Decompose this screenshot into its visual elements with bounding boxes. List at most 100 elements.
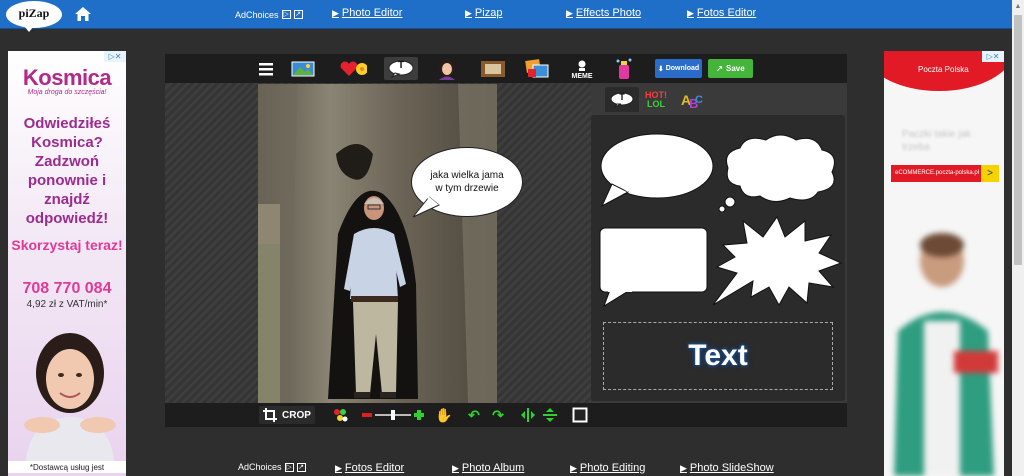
bubble-picker-panel: Text xyxy=(591,115,845,401)
pizap-logo[interactable]: piZap xyxy=(6,1,62,32)
ad-bar-text: eCOMMERCE.poczta-polska.pl xyxy=(895,170,980,176)
ad-brand: Poczta Polska xyxy=(918,65,969,74)
ad-close-icon[interactable]: ▷✕ xyxy=(982,51,1004,62)
zoom-control[interactable] xyxy=(361,406,425,424)
bottom-adchoices[interactable]: AdChoices ▷ ↗ xyxy=(238,458,306,476)
crop-icon xyxy=(263,408,278,422)
adchoices[interactable]: AdChoices ▷ ↗ xyxy=(235,0,303,29)
oval-bubble-option[interactable] xyxy=(598,132,716,208)
ad-blurred-text: Paczki takie jak trzeba xyxy=(902,129,971,153)
ad-man-image xyxy=(894,233,998,476)
hamburger-icon xyxy=(259,62,273,75)
tab-speech-bubbles[interactable]: T xyxy=(605,87,639,112)
svg-text:C: C xyxy=(695,94,703,106)
shout-bubble-option[interactable] xyxy=(713,215,843,307)
effects-button[interactable] xyxy=(331,406,349,424)
rotate-right-button[interactable]: ↷ xyxy=(489,406,507,424)
paint-spray-icon xyxy=(616,58,632,79)
rotate-left-icon: ↶ xyxy=(468,406,480,423)
download-icon: ⬇ xyxy=(657,65,664,73)
face-button[interactable] xyxy=(433,57,461,80)
nav-link-photo-editor[interactable]: ▶ Photo Editor xyxy=(332,7,402,19)
logo-text: piZap xyxy=(18,6,50,20)
plain-text-option[interactable]: Text xyxy=(603,322,833,390)
bottom-link-fotos-editor[interactable]: ▶ Fotos Editor xyxy=(335,462,404,474)
pan-button[interactable]: ✋ xyxy=(435,406,453,424)
flip-vertical-icon xyxy=(543,408,557,422)
photos-icon xyxy=(291,61,315,76)
rect-bubble-option[interactable] xyxy=(598,226,710,308)
ad-woman-image xyxy=(24,333,116,461)
nav-link-effects-photo[interactable]: ▶ Effects Photo xyxy=(566,7,641,19)
external-icon: ↗ xyxy=(296,462,306,472)
flip-horizontal-icon xyxy=(521,408,535,422)
photo-tree-man[interactable] xyxy=(258,84,497,403)
ad-close-icon[interactable]: ▷✕ xyxy=(104,51,126,62)
tab-letter: T xyxy=(619,92,625,102)
color-dots-icon xyxy=(334,409,348,422)
nav-link-fotos-editor[interactable]: ▶ Fotos Editor xyxy=(687,7,756,19)
download-button[interactable]: ⬇ Download xyxy=(655,59,702,78)
top-nav-bar: piZap AdChoices ▷ ↗ ▶ Photo Editor ▶ Pizap … xyxy=(0,0,1012,32)
meme-label: MEME xyxy=(571,73,593,80)
editor-toolbar: T MEME ⬇ Download ↗ Save xyxy=(165,54,847,83)
page-scrollbar[interactable]: ▲ xyxy=(1012,0,1024,476)
share-icon: ↗ xyxy=(716,64,723,73)
zoom-thumb xyxy=(391,410,395,420)
ad-phone: 708 770 084 xyxy=(22,280,112,297)
photos-button[interactable] xyxy=(289,57,317,80)
bottom-link-photo-editing[interactable]: ▶ Photo Editing xyxy=(570,462,645,474)
zoom-slider[interactable] xyxy=(361,407,425,423)
flip-horizontal-button[interactable] xyxy=(519,406,537,424)
crop-label: CROP xyxy=(282,409,311,421)
ad-question: Odwiedziłeś Kosmica? Zadzwoń ponownie i … xyxy=(23,115,111,227)
ad-arrow[interactable]: > xyxy=(981,165,999,182)
rotate-right-icon: ↷ xyxy=(492,406,504,423)
paint-button[interactable] xyxy=(610,57,638,80)
collage-button[interactable] xyxy=(523,57,551,80)
text-tool-letter: T xyxy=(397,60,405,71)
ad-footnote: *Dostawcą usług jest xyxy=(8,461,126,473)
bottom-link-photo-slideshow[interactable]: ▶ Photo SlideShow xyxy=(680,462,774,474)
left-ad-banner[interactable]: ▷✕ Kosmica Moja droga do szczęścia! Odwi… xyxy=(8,51,126,476)
speech-bubble-text[interactable]: jaka wielka jama w tym drzewie xyxy=(426,169,508,195)
tab-hot-lol[interactable]: HOT! LOL xyxy=(639,87,673,112)
flip-vertical-button[interactable] xyxy=(541,406,559,424)
adchoices-label: AdChoices xyxy=(238,462,282,472)
scroll-up-icon[interactable]: ▲ xyxy=(1012,0,1024,14)
bottom-link-photo-album[interactable]: ▶ Photo Album xyxy=(452,462,524,474)
thought-bubble-option[interactable] xyxy=(718,132,840,212)
download-label: Download xyxy=(665,65,700,72)
menu-button[interactable] xyxy=(252,57,280,80)
text-sample: Text xyxy=(688,339,748,372)
home-icon[interactable] xyxy=(74,5,92,23)
border-square-icon xyxy=(572,407,588,423)
frames-button[interactable] xyxy=(479,57,507,80)
nav-link-pizap[interactable]: ▶ Pizap xyxy=(465,7,502,19)
crop-button[interactable]: CROP xyxy=(259,406,315,424)
ad-brand: Kosmica xyxy=(22,65,112,90)
editor-canvas[interactable]: jaka wielka jama w tym drzewie xyxy=(165,83,591,403)
right-ad-banner[interactable]: Poczta Polska ▷✕ Paczki takie jak trzeba… xyxy=(884,51,1004,476)
frame-icon xyxy=(481,60,505,77)
ad-ecommerce-bar[interactable]: eCOMMERCE.poczta-polska.pl > xyxy=(891,165,999,182)
photo-editor: T MEME ⬇ Download ↗ Save jaka wielka jam… xyxy=(165,54,847,427)
stickers-button[interactable] xyxy=(339,57,367,80)
tab-fonts[interactable]: ABC xyxy=(675,87,709,112)
bubble-tail xyxy=(412,195,440,218)
meme-button[interactable]: MEME xyxy=(568,57,596,80)
adchoices-label: AdChoices xyxy=(235,9,279,20)
hand-icon: ✋ xyxy=(435,406,453,423)
save-button[interactable]: ↗ Save xyxy=(708,59,753,78)
rotate-left-button[interactable]: ↶ xyxy=(465,406,483,424)
editor-bottom-toolbar: CROP ✋ ↶ ↷ xyxy=(165,403,847,427)
lol-label: LOL xyxy=(647,98,665,109)
text-tool-button[interactable]: T xyxy=(384,57,418,80)
collage-icon xyxy=(525,58,549,77)
external-icon: ↗ xyxy=(293,10,303,19)
photo-image xyxy=(258,84,497,403)
save-label: Save xyxy=(726,64,745,73)
ad-tagline: Moja droga do szczęścia! xyxy=(27,89,107,96)
border-button[interactable] xyxy=(571,406,589,424)
scroll-thumb[interactable] xyxy=(1014,15,1022,265)
